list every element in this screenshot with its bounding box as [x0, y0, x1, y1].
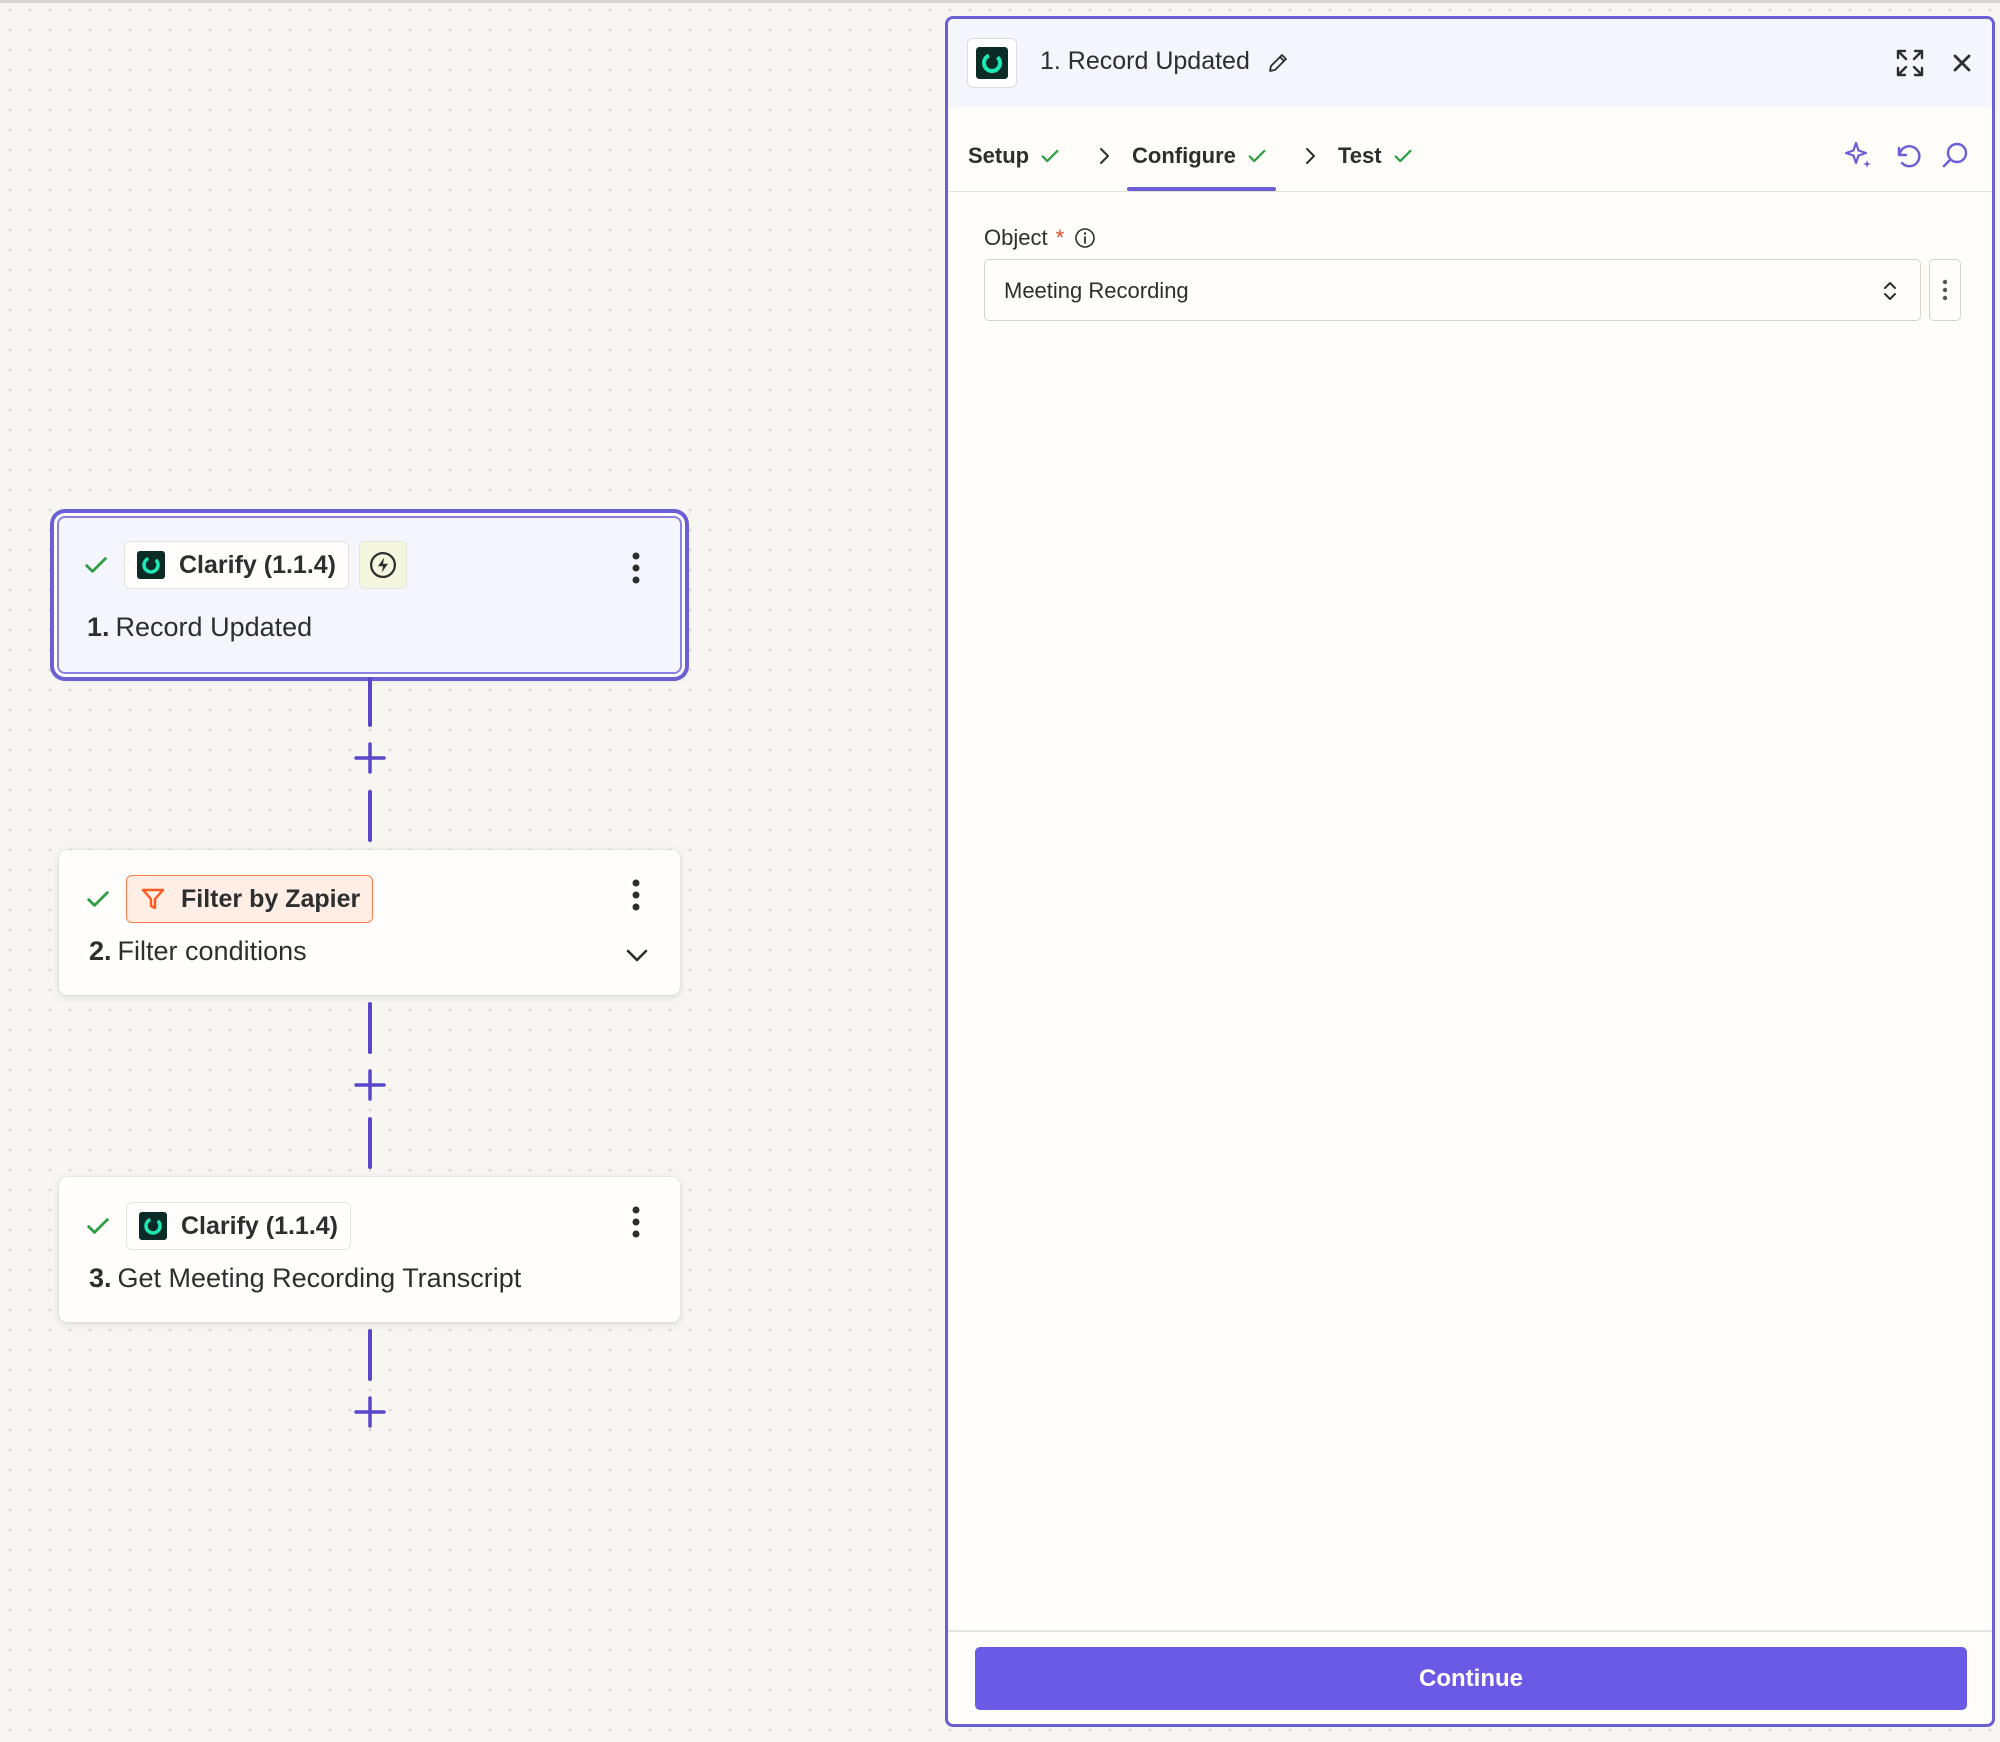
app-chip-filter: Filter by Zapier — [126, 875, 374, 923]
more-vertical-icon — [632, 552, 640, 584]
trigger-badge — [359, 541, 408, 589]
check-icon — [87, 891, 109, 907]
search-icon[interactable] — [1939, 139, 1971, 171]
check-icon — [1041, 149, 1059, 163]
field-options-button[interactable] — [1929, 259, 1961, 321]
add-step-icon[interactable] — [352, 740, 388, 776]
check-icon — [1248, 149, 1266, 163]
tab-label: Configure — [1132, 143, 1236, 168]
tab-setup[interactable]: Setup — [968, 143, 1061, 169]
edit-pencil-icon[interactable] — [1266, 51, 1290, 75]
sparkle-icon[interactable] — [1843, 139, 1875, 171]
connector-line — [368, 1002, 372, 1054]
top-divider — [0, 0, 2000, 3]
tab-configure[interactable]: Configure — [1132, 143, 1268, 169]
connector-line — [368, 1329, 372, 1381]
continue-button[interactable]: Continue — [975, 1647, 1967, 1710]
object-select-value: Meeting Recording — [1004, 278, 1189, 303]
step-1-menu-button[interactable] — [621, 548, 651, 588]
step-editor-panel: 1. Record Updated Setup Configure Test O… — [945, 16, 1995, 1727]
undo-icon[interactable] — [1891, 139, 1923, 171]
panel-header: 1. Record Updated — [948, 19, 1992, 107]
step-1-title: 1. Record Updated — [87, 612, 312, 643]
step-title-text: Get Meeting Recording Transcript — [117, 1263, 522, 1293]
add-step-icon[interactable] — [352, 1394, 388, 1430]
connector-line — [368, 1117, 372, 1169]
sort-arrows-icon — [1884, 282, 1896, 300]
step-tabs: Setup Configure Test — [948, 107, 1992, 192]
object-select[interactable]: Meeting Recording — [984, 259, 1921, 321]
step-number: 3. — [89, 1263, 112, 1293]
step-card-3[interactable]: Clarify (1.1.4) 3. Get Meeting Recording … — [59, 1177, 680, 1322]
step-card-2[interactable]: Filter by Zapier 2. Filter conditions — [59, 850, 680, 995]
check-icon — [85, 557, 107, 573]
add-step-icon[interactable] — [352, 1067, 388, 1103]
close-icon[interactable] — [1948, 49, 1976, 77]
tab-label: Test — [1338, 143, 1382, 168]
lightning-icon — [370, 552, 397, 578]
chevron-right-icon — [1306, 148, 1315, 164]
step-number: 2. — [89, 936, 112, 966]
step-2-title: 2. Filter conditions — [89, 936, 307, 967]
footer-divider — [948, 1630, 1992, 1632]
connector-line — [368, 790, 372, 842]
chevron-down-icon[interactable] — [622, 940, 652, 970]
tab-label: Setup — [968, 143, 1030, 168]
step-3-menu-button[interactable] — [621, 1202, 651, 1242]
filter-icon — [141, 888, 165, 910]
step-number: 1. — [87, 612, 110, 642]
step-3-header: Clarify (1.1.4) — [84, 1202, 352, 1250]
check-icon — [1394, 149, 1412, 163]
app-chip-clarify: Clarify (1.1.4) — [124, 541, 350, 589]
step-title-text: Filter conditions — [117, 936, 307, 966]
check-icon — [87, 1218, 109, 1234]
app-label: Clarify (1.1.4) — [179, 550, 337, 579]
object-field-label: Object * — [984, 225, 1096, 251]
step-1-header: Clarify (1.1.4) — [82, 541, 408, 589]
step-2-header: Filter by Zapier — [84, 875, 374, 923]
active-tab-indicator — [1127, 187, 1276, 191]
app-label: Clarify (1.1.4) — [181, 1211, 339, 1240]
clarify-logo-icon — [976, 47, 1008, 79]
step-card-1[interactable]: Clarify (1.1.4) 1. Record Updated — [57, 516, 682, 674]
step-2-menu-button[interactable] — [621, 875, 651, 915]
panel-title[interactable]: 1. Record Updated — [1040, 47, 1250, 76]
step-3-title: 3. Get Meeting Recording Transcript — [89, 1263, 521, 1294]
field-label-text: Object — [984, 225, 1048, 250]
tab-test[interactable]: Test — [1338, 143, 1414, 169]
more-vertical-icon — [632, 1206, 640, 1238]
panel-app-logo — [967, 38, 1017, 88]
chevron-right-icon — [1100, 148, 1109, 164]
step-title-text: Record Updated — [115, 612, 313, 642]
app-label: Filter by Zapier — [181, 884, 361, 913]
required-marker: * — [1055, 225, 1065, 250]
info-icon[interactable] — [1074, 227, 1096, 249]
app-chip-clarify: Clarify (1.1.4) — [126, 1202, 352, 1250]
more-vertical-icon — [1942, 279, 1948, 301]
clarify-logo-icon — [139, 1212, 167, 1240]
more-vertical-icon — [632, 879, 640, 911]
clarify-logo-icon — [137, 551, 165, 579]
expand-icon[interactable] — [1894, 47, 1926, 79]
connector-line — [368, 677, 372, 727]
